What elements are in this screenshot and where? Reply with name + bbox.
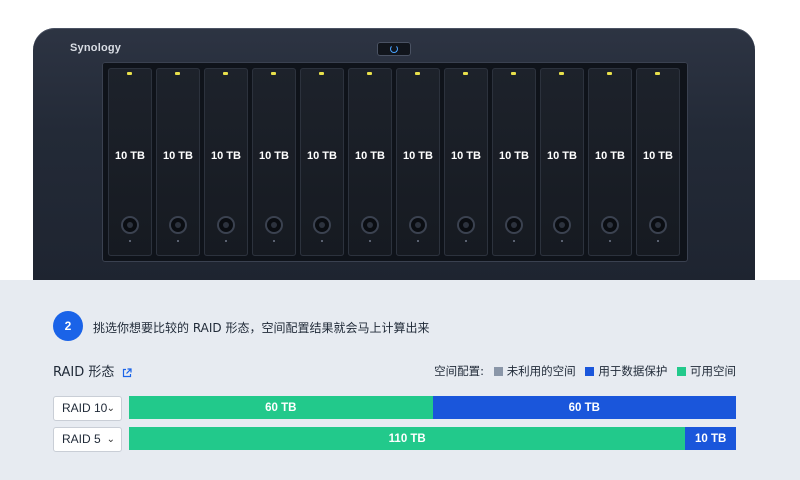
drive-bay: 10 TB bbox=[348, 68, 392, 256]
drive-bay: 10 TB bbox=[540, 68, 584, 256]
status-led bbox=[607, 72, 612, 75]
brand-logo: Synology bbox=[70, 42, 122, 54]
status-led bbox=[415, 72, 420, 75]
capacity-segment: 60 TB bbox=[432, 396, 736, 419]
lock-icon bbox=[123, 218, 137, 232]
status-led bbox=[127, 72, 132, 75]
drive-bay: 10 TB bbox=[300, 68, 344, 256]
drive-bay: 10 TB bbox=[204, 68, 248, 256]
legend-label-available: 可用空间 bbox=[690, 364, 736, 378]
legend-swatch-unused bbox=[493, 367, 503, 376]
status-led bbox=[511, 72, 516, 75]
power-icon bbox=[390, 45, 398, 53]
drive-bay: 10 TB bbox=[636, 68, 680, 256]
capacity-segment: 110 TB bbox=[129, 427, 686, 450]
drive-capacity: 10 TB bbox=[211, 150, 241, 162]
drive-bay: 10 TB bbox=[444, 68, 488, 256]
status-led bbox=[319, 72, 324, 75]
drive-capacity: 10 TB bbox=[451, 150, 481, 162]
drive-capacity: 10 TB bbox=[115, 150, 145, 162]
raid-type-value: RAID 10 bbox=[62, 401, 108, 415]
drive-bay: 10 TB bbox=[156, 68, 200, 256]
status-led bbox=[559, 72, 564, 75]
lock-icon bbox=[219, 218, 233, 232]
capacity-segment: 10 TB bbox=[685, 427, 736, 450]
drive-bay: 10 TB bbox=[108, 68, 152, 256]
legend-title: 空间配置: bbox=[434, 364, 485, 378]
status-led bbox=[655, 72, 660, 75]
raid-type-value: RAID 5 bbox=[62, 432, 101, 446]
lock-icon bbox=[555, 218, 569, 232]
lock-icon bbox=[411, 218, 425, 232]
nas-device: Synology 10 TB 10 TB 10 TB 10 TB 10 TB 1… bbox=[33, 28, 755, 288]
lock-icon bbox=[603, 218, 617, 232]
drive-capacity: 10 TB bbox=[355, 150, 385, 162]
drive-capacity: 10 TB bbox=[595, 150, 625, 162]
status-led bbox=[175, 72, 180, 75]
lock-icon bbox=[267, 218, 281, 232]
raid-type-select[interactable]: RAID 10 ⌄ bbox=[53, 396, 122, 421]
drive-bays: 10 TB 10 TB 10 TB 10 TB 10 TB 10 TB 10 T… bbox=[102, 62, 688, 262]
drive-bay: 10 TB bbox=[396, 68, 440, 256]
chevron-down-icon: ⌄ bbox=[106, 403, 115, 414]
lock-icon bbox=[507, 218, 521, 232]
step-badge: 2 bbox=[53, 311, 83, 341]
lock-icon bbox=[315, 218, 329, 232]
status-led bbox=[223, 72, 228, 75]
legend-swatch-available bbox=[677, 367, 686, 376]
capacity-segment: 60 TB bbox=[129, 396, 433, 419]
drive-capacity: 10 TB bbox=[403, 150, 433, 162]
lock-icon bbox=[459, 218, 473, 232]
capacity-bar: 60 TB 60 TB bbox=[129, 396, 736, 419]
drive-capacity: 10 TB bbox=[307, 150, 337, 162]
status-led bbox=[271, 72, 276, 75]
raid-type-select[interactable]: RAID 5 ⌄ bbox=[53, 427, 122, 452]
external-link-icon[interactable] bbox=[122, 367, 132, 378]
lock-icon bbox=[651, 218, 665, 232]
drive-capacity: 10 TB bbox=[547, 150, 577, 162]
chevron-down-icon: ⌄ bbox=[106, 434, 115, 445]
drive-bay: 10 TB bbox=[588, 68, 632, 256]
status-led bbox=[463, 72, 468, 75]
lock-icon bbox=[363, 218, 377, 232]
drive-bay: 10 TB bbox=[492, 68, 536, 256]
lock-icon bbox=[171, 218, 185, 232]
legend-swatch-protection bbox=[585, 367, 595, 376]
power-button bbox=[377, 42, 411, 56]
drive-capacity: 10 TB bbox=[163, 150, 193, 162]
space-legend: 空间配置: 未利用的空间 用于数据保护 可用空间 bbox=[434, 363, 736, 379]
capacity-bar: 110 TB 10 TB bbox=[129, 427, 736, 450]
legend-label-unused: 未利用的空间 bbox=[506, 364, 576, 378]
step-instruction: 挑选你想要比较的 RAID 形态，空间配置结果就会马上计算出来 bbox=[93, 321, 430, 335]
legend-label-protection: 用于数据保护 bbox=[598, 364, 668, 378]
drive-capacity: 10 TB bbox=[643, 150, 673, 162]
drive-bay: 10 TB bbox=[252, 68, 296, 256]
drive-capacity: 10 TB bbox=[499, 150, 529, 162]
raid-title-label: RAID 形态 bbox=[53, 365, 115, 380]
raid-section-title: RAID 形态 bbox=[53, 361, 132, 380]
status-led bbox=[367, 72, 372, 75]
drive-capacity: 10 TB bbox=[259, 150, 289, 162]
